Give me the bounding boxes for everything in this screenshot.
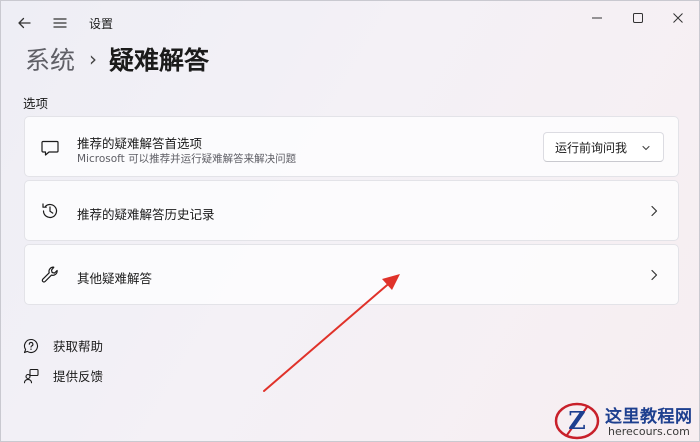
back-button[interactable] [12,11,36,35]
watermark: Z 这里教程网 herecours.com [553,401,699,441]
maximize-icon [633,13,643,23]
get-help-label: 获取帮助 [53,339,104,354]
section-label: 选项 [23,96,49,111]
page-title: 疑难解答 [109,46,210,75]
help-icon [23,338,39,353]
card-title: 推荐的疑难解答首选项 [77,136,203,151]
breadcrumb: 系统 › 疑难解答 [25,41,209,77]
close-icon [673,13,683,23]
close-button[interactable] [655,5,700,31]
get-help-link[interactable]: 获取帮助 [23,336,103,355]
watermark-logo-icon: Z [554,402,600,440]
breadcrumb-separator: › [89,47,98,71]
chevron-right-icon [651,205,658,217]
watermark-title: 这里教程网 [605,407,693,427]
dropdown-value: 运行前询问我 [555,140,628,155]
menu-button[interactable] [48,11,72,35]
watermark-logo-letter: Z [568,406,586,435]
card-troubleshoot-history[interactable]: 推荐的疑难解答历史记录 [24,180,679,241]
chat-bubble-icon [41,140,59,156]
chevron-down-icon [642,145,650,151]
card-other-troubleshooters[interactable]: 其他疑难解答 [24,244,679,305]
minimize-button[interactable] [574,5,620,31]
give-feedback-label: 提供反馈 [53,369,104,384]
history-icon [42,203,58,219]
preference-dropdown[interactable]: 运行前询问我 [543,132,664,162]
card-title: 推荐的疑难解答历史记录 [77,207,215,222]
breadcrumb-parent[interactable]: 系统 [25,41,75,77]
title-bar: 设置 [1,1,700,45]
feedback-icon [23,368,39,383]
hamburger-icon [53,18,67,28]
card-recommended-preferences: 推荐的疑难解答首选项 Microsoft 可以推荐并运行疑难解答来解决问题 运行… [24,116,679,177]
back-arrow-icon [18,17,31,29]
watermark-url: herecours.com [608,425,690,438]
app-title: 设置 [89,17,114,31]
give-feedback-link[interactable]: 提供反馈 [23,366,103,385]
card-subtitle: Microsoft 可以推荐并运行疑难解答来解决问题 [77,153,297,165]
wrench-icon [41,266,58,283]
card-title: 其他疑难解答 [77,271,153,286]
chevron-right-icon [651,269,658,281]
minimize-icon [592,17,602,19]
